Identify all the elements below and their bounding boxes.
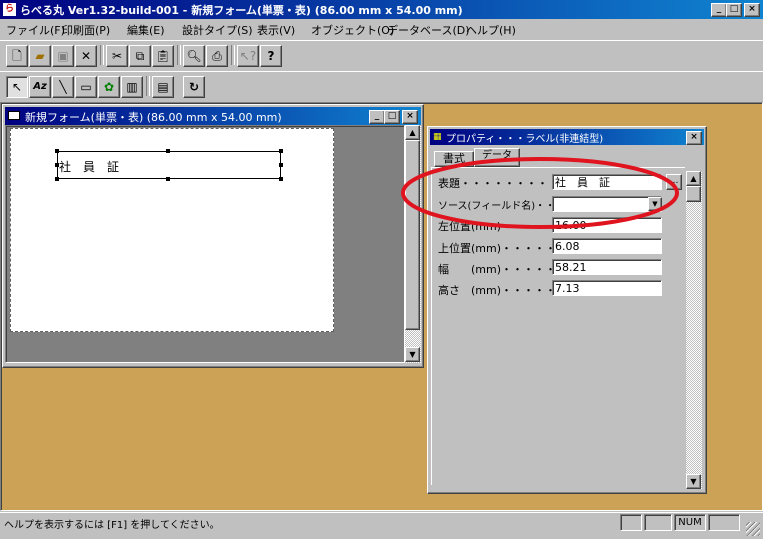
help-icon[interactable]: ? [260,45,282,67]
cut-icon[interactable]: ✂ [106,45,128,67]
resize-handle[interactable] [55,149,59,153]
form-icon [8,111,20,120]
scroll-up-icon[interactable]: ▲ [405,125,420,140]
print-icon[interactable]: ⎙ [206,45,228,67]
size-grip-icon[interactable] [746,522,760,536]
app-icon[interactable]: ら [3,3,16,16]
toolbar-separator [177,45,181,65]
status-message: ヘルプを表示するには [F1] を押してください。 [4,520,220,531]
menu-edit[interactable]: 編集(E) [127,22,165,38]
refresh-icon[interactable]: ↻ [183,76,205,98]
label-object[interactable]: 社 員 証 [57,151,281,179]
context-help-icon[interactable]: ↖? [237,45,259,67]
num-lock-indicator: NUM [674,514,706,531]
status-indicator-1 [620,514,642,531]
new-icon[interactable]: 🗋 [6,45,28,67]
scroll-down-icon[interactable]: ▼ [405,347,420,362]
menu-database[interactable]: データベース(D) [387,22,470,38]
barcode-tool-icon[interactable]: ▥ [121,76,143,98]
status-indicator-2 [644,514,672,531]
menu-print-surface[interactable]: 印刷面(P) [62,22,110,38]
form-window-title-bar: 新規フォーム(単票・表) (86.00 mm x 54.00 mm) _ □ × [5,107,421,125]
image-tool-icon[interactable]: ✿ [98,76,120,98]
toolbar-standard: 🗋 ▰ ▣ ✕ ✂ ⧉ 📋︎ 🔍︎ ⎙ ↖? ? [0,40,763,72]
toolbar-separator [146,76,150,96]
property-panel-title: プロパティ・・・ラベル(非連結型) [446,134,604,145]
open-folder-icon[interactable]: ▰ [29,45,51,67]
toolbar-objects: ↖ Az ╲ ▭ ✿ ▥ ▤ ↻ [0,71,763,103]
line-tool-icon[interactable]: ╲ [52,76,74,98]
menu-view[interactable]: 表示(V) [257,22,295,38]
label-text-icon[interactable]: Az [29,76,51,98]
height-input[interactable]: 7.13 [552,280,662,296]
property-panel-title-bar: ▦ プロパティ・・・ラベル(非連結型) × [430,129,704,145]
menu-bar: ファイル(F) 印刷面(P) 編集(E) 設計タイプ(S) 表示(V) オブジェ… [0,20,763,38]
resize-handle[interactable] [279,163,283,167]
label-object-text: 社 員 証 [59,160,120,174]
print-preview-icon[interactable]: 🔍︎ [183,45,205,67]
form-canvas-area: 社 員 証 [5,125,405,363]
menu-design-type[interactable]: 設計タイプ(S) [182,22,253,38]
form-minimize-button[interactable]: _ [369,110,385,124]
property-close-button[interactable]: × [686,131,702,145]
property-list-icon[interactable]: ▤ [152,76,174,98]
rectangle-tool-icon[interactable]: ▭ [75,76,97,98]
form-close-button[interactable]: × [402,110,418,124]
main-title-bar: ら らべる丸 Ver1.32-build-001 - 新規フォーム(単票・表) … [0,0,763,19]
form-maximize-button[interactable]: □ [384,110,400,124]
property-scroll-down-icon[interactable]: ▼ [686,474,701,489]
main-window-title: らべる丸 Ver1.32-build-001 - 新規フォーム(単票・表) (8… [20,4,463,17]
resize-handle[interactable] [166,177,170,181]
width-input[interactable]: 58.21 [552,259,662,275]
menu-help[interactable]: ヘルプ(H) [466,22,516,38]
maximize-button[interactable]: □ [726,3,742,17]
menu-file[interactable]: ファイル(F) [6,22,65,38]
menu-object[interactable]: オブジェクト(O) [311,22,394,38]
label-sheet[interactable]: 社 員 証 [10,128,334,332]
top-position-input[interactable]: 6.08 [552,238,662,254]
minimize-button[interactable]: _ [711,3,727,17]
property-icon: ▦ [433,132,442,142]
toolbar-separator [100,45,104,65]
form-window-title: 新規フォーム(単票・表) (86.00 mm x 54.00 mm) [25,111,282,124]
toolbar-separator [231,45,235,65]
copy-icon[interactable]: ⧉ [129,45,151,67]
status-indicator-4 [708,514,740,531]
paste-icon[interactable]: 📋︎ [152,45,174,67]
delete-icon[interactable]: ✕ [75,45,97,67]
form-window: 新規フォーム(単票・表) (86.00 mm x 54.00 mm) _ □ ×… [2,104,424,368]
resize-handle[interactable] [166,149,170,153]
resize-handle[interactable] [55,177,59,181]
select-pointer-icon[interactable]: ↖ [6,76,28,98]
close-button[interactable]: × [744,3,760,17]
resize-handle[interactable] [55,163,59,167]
resize-handle[interactable] [279,177,283,181]
highlight-ellipse [401,157,679,229]
save-icon[interactable]: ▣ [52,45,74,67]
resize-handle[interactable] [279,149,283,153]
